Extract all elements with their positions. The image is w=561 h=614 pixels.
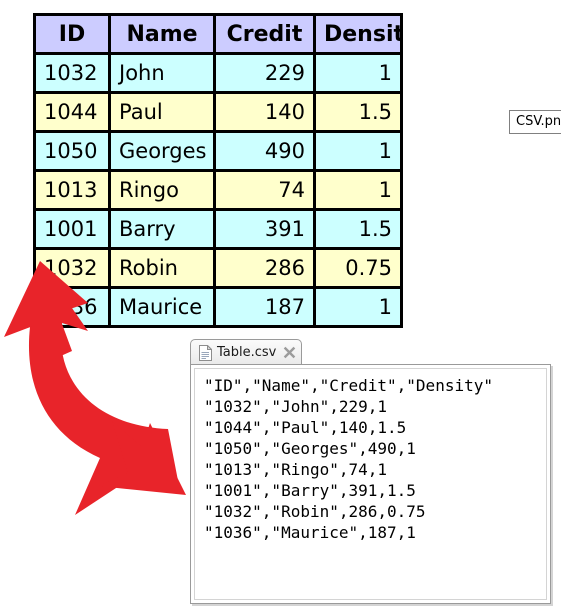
spreadsheet-table: ID Name Credit Density 1032 John 229 1 1…: [33, 13, 403, 328]
cell-name[interactable]: Ringo: [108, 169, 216, 211]
cell-credit[interactable]: 391: [213, 208, 316, 250]
csv-window-title: Table.csv: [217, 345, 277, 360]
cell-name[interactable]: Barry: [108, 208, 216, 250]
cell-id[interactable]: 1013: [33, 169, 111, 211]
cell-density[interactable]: 1: [313, 52, 403, 94]
column-header-id[interactable]: ID: [33, 13, 111, 55]
cell-name[interactable]: Paul: [108, 91, 216, 133]
csv-text-area[interactable]: "ID","Name","Credit","Density" "1032","J…: [194, 368, 547, 600]
cell-id[interactable]: 1050: [33, 130, 111, 172]
table-row[interactable]: 1013 Ringo 74 1: [33, 169, 403, 211]
cell-credit[interactable]: 229: [213, 52, 316, 94]
cell-name[interactable]: Georges: [108, 130, 216, 172]
column-header-credit[interactable]: Credit: [213, 13, 316, 55]
cell-density[interactable]: 0.75: [313, 247, 403, 289]
table-row[interactable]: 1032 John 229 1: [33, 52, 403, 94]
cell-name[interactable]: John: [108, 52, 216, 94]
table-row[interactable]: 1036 Maurice 187 1: [33, 286, 403, 328]
cell-name[interactable]: Maurice: [108, 286, 216, 328]
cell-density[interactable]: 1.5: [313, 91, 403, 133]
table-row[interactable]: 1001 Barry 391 1.5: [33, 208, 403, 250]
cell-density[interactable]: 1.5: [313, 208, 403, 250]
csv-png-label: CSV.png: [509, 110, 561, 134]
csv-window-titlebar[interactable]: Table.csv: [190, 339, 302, 365]
cell-density[interactable]: 1: [313, 169, 403, 211]
close-icon[interactable]: [283, 346, 296, 359]
cell-id[interactable]: 1032: [33, 247, 111, 289]
cell-credit[interactable]: 286: [213, 247, 316, 289]
spreadsheet-table-container: ID Name Credit Density 1032 John 229 1 1…: [33, 13, 403, 328]
column-header-density[interactable]: Density: [313, 13, 403, 55]
column-header-name[interactable]: Name: [108, 13, 216, 55]
csv-window-body: "ID","Name","Credit","Density" "1032","J…: [190, 364, 551, 604]
cell-density[interactable]: 1: [313, 130, 403, 172]
document-icon: [199, 344, 212, 361]
table-row[interactable]: 1050 Georges 490 1: [33, 130, 403, 172]
csv-text-window: Table.csv "ID","Name","Credit","Density"…: [190, 339, 551, 604]
table-header-row: ID Name Credit Density: [33, 13, 403, 55]
cell-id[interactable]: 1001: [33, 208, 111, 250]
cell-credit[interactable]: 187: [213, 286, 316, 328]
cell-name[interactable]: Robin: [108, 247, 216, 289]
cell-id[interactable]: 1044: [33, 91, 111, 133]
table-row[interactable]: 1044 Paul 140 1.5: [33, 91, 403, 133]
cell-credit[interactable]: 140: [213, 91, 316, 133]
table-row[interactable]: 1032 Robin 286 0.75: [33, 247, 403, 289]
cell-credit[interactable]: 74: [213, 169, 316, 211]
cell-id[interactable]: 1032: [33, 52, 111, 94]
cell-density[interactable]: 1: [313, 286, 403, 328]
cell-id[interactable]: 1036: [33, 286, 111, 328]
cell-credit[interactable]: 490: [213, 130, 316, 172]
csv-content: "ID","Name","Credit","Density" "1032","J…: [204, 376, 493, 542]
